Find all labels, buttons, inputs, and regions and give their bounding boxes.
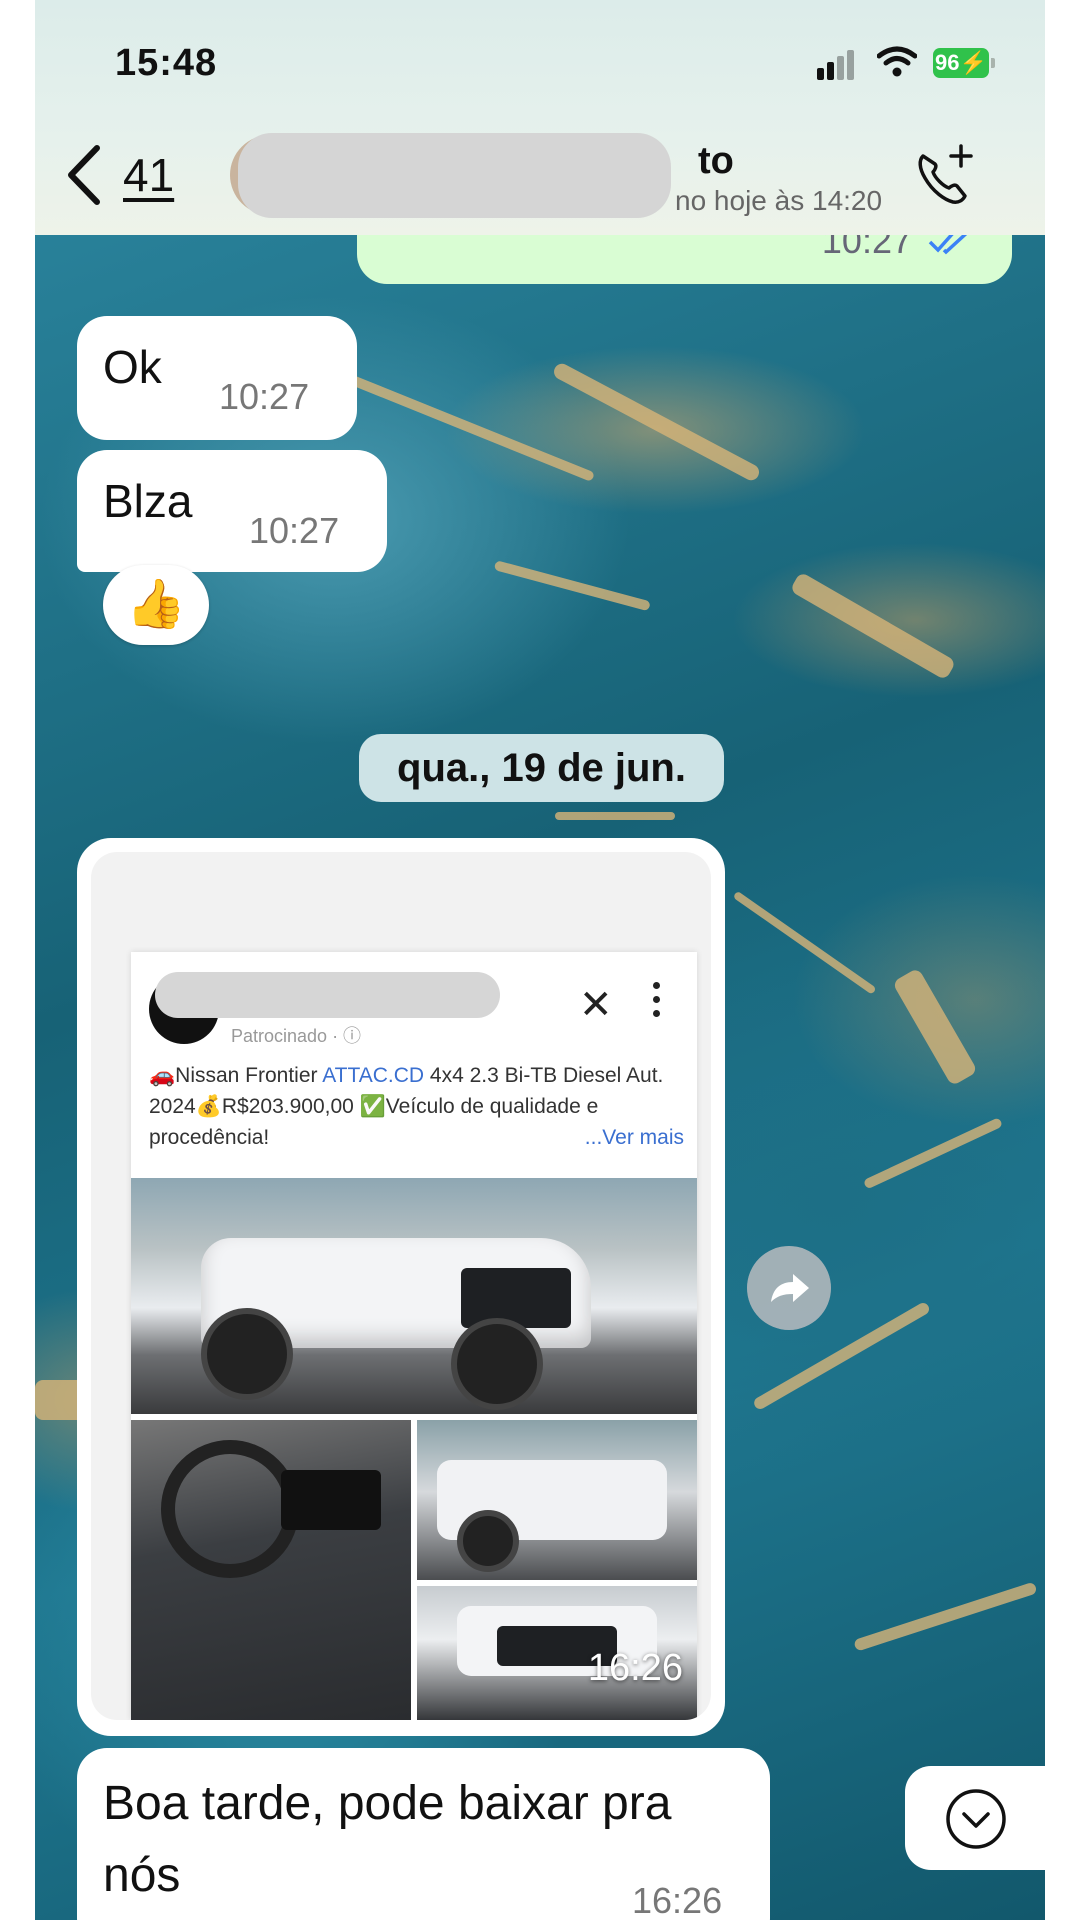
truck-photo-main (131, 1178, 697, 1414)
battery-tip (991, 58, 995, 68)
wallpaper-vein (555, 812, 675, 820)
infotainment-screen (281, 1470, 381, 1530)
wifi-icon (877, 46, 917, 77)
steering-wheel (161, 1440, 299, 1578)
message-text: Ok (103, 341, 162, 393)
redaction-overlay (155, 972, 500, 1018)
redaction-overlay (238, 133, 671, 218)
wallpaper-vein (862, 1117, 1004, 1190)
ad-card: Patrocinado · ⓘ ✕ 🚗Nissan Frontier ATTAC… (131, 952, 697, 1720)
incoming-message-bubble[interactable]: Ok 10:27 (77, 316, 357, 440)
wallpaper-vein (732, 890, 877, 995)
chat-screen: 10:27 15:48 96⚡ 41 to no hoje às 14:20 O… (35, 0, 1045, 1920)
truck-wheel (201, 1308, 293, 1400)
truck-photo-rear (417, 1420, 697, 1580)
ad-text-part: 🚗Nissan Frontier (149, 1064, 323, 1087)
message-time: 10:27 (249, 510, 340, 551)
contact-last-seen: no hoje às 14:20 (675, 185, 883, 216)
wallpaper-vein (551, 360, 762, 484)
date-separator: qua., 19 de jun. (359, 734, 724, 802)
signal-icon (817, 50, 861, 80)
reaction-thumbs-up[interactable]: 👍 (103, 565, 209, 645)
incoming-message-bubble[interactable]: Boa tarde, pode baixar pra nós 16:26 (77, 1748, 770, 1920)
wallpaper-vein (892, 967, 978, 1087)
truck-wheel (451, 1318, 543, 1410)
ad-screenshot-image[interactable]: Patrocinado · ⓘ ✕ 🚗Nissan Frontier ATTAC… (91, 852, 711, 1720)
message-text: Blza (103, 475, 193, 527)
battery-level: 96 (935, 50, 960, 75)
scroll-to-bottom-button[interactable] (905, 1766, 1045, 1870)
sponsored-label: Patrocinado · ⓘ (231, 1026, 362, 1046)
see-more-link: ...Ver mais (584, 1126, 684, 1149)
status-time: 15:48 (115, 42, 218, 84)
ad-text-highlight: ATTAC.CD (322, 1064, 425, 1087)
unread-count-back[interactable]: 41 (123, 148, 174, 202)
chevron-down-icon (946, 1789, 1006, 1849)
message-time: 16:26 (587, 1647, 683, 1689)
ad-text: 🚗Nissan Frontier ATTAC.CD 4x4 2.3 Bi-TB … (149, 1060, 684, 1153)
message-time: 16:26 (632, 1880, 723, 1920)
truck-grille (461, 1268, 571, 1328)
back-chevron-icon[interactable] (55, 140, 115, 210)
image-message-bubble[interactable]: Patrocinado · ⓘ ✕ 🚗Nissan Frontier ATTAC… (77, 838, 725, 1736)
truck-photo-interior (131, 1420, 411, 1720)
close-icon: ✕ (579, 983, 613, 1027)
wallpaper-vein (853, 1581, 1038, 1652)
message-time: 10:27 (219, 376, 310, 417)
incoming-message-bubble[interactable]: Blza 10:27 (77, 450, 387, 572)
call-add-icon[interactable] (911, 142, 979, 210)
battery-indicator: 96⚡ (933, 48, 989, 78)
more-options-icon (653, 982, 661, 1024)
wallpaper-vein (789, 571, 957, 681)
chat-header: 15:48 96⚡ 41 to no hoje às 14:20 (35, 0, 1045, 235)
truck-wheel (457, 1510, 519, 1572)
wallpaper-vein (493, 560, 651, 612)
contact-name[interactable]: to (698, 140, 734, 183)
forward-icon[interactable] (747, 1246, 831, 1330)
charging-bolt-icon: ⚡ (959, 50, 987, 75)
